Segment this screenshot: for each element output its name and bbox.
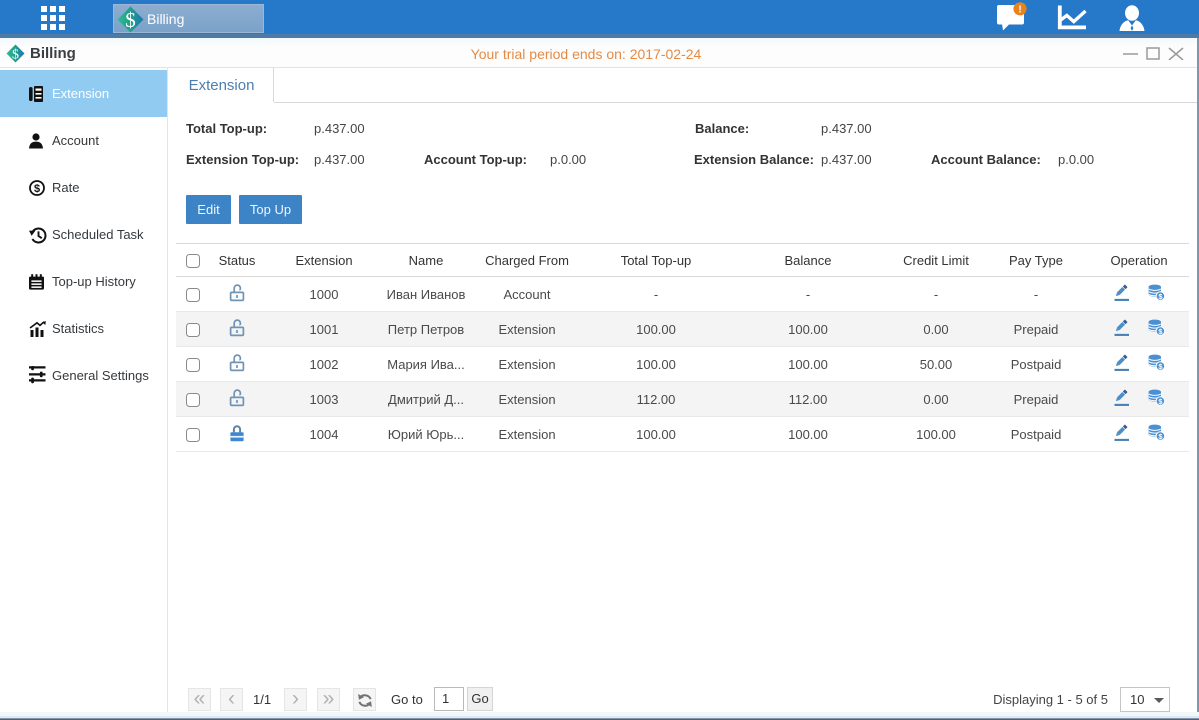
svg-text:$: $ <box>125 8 136 32</box>
svg-text:!: ! <box>1018 4 1021 15</box>
svg-text:$: $ <box>34 183 40 195</box>
